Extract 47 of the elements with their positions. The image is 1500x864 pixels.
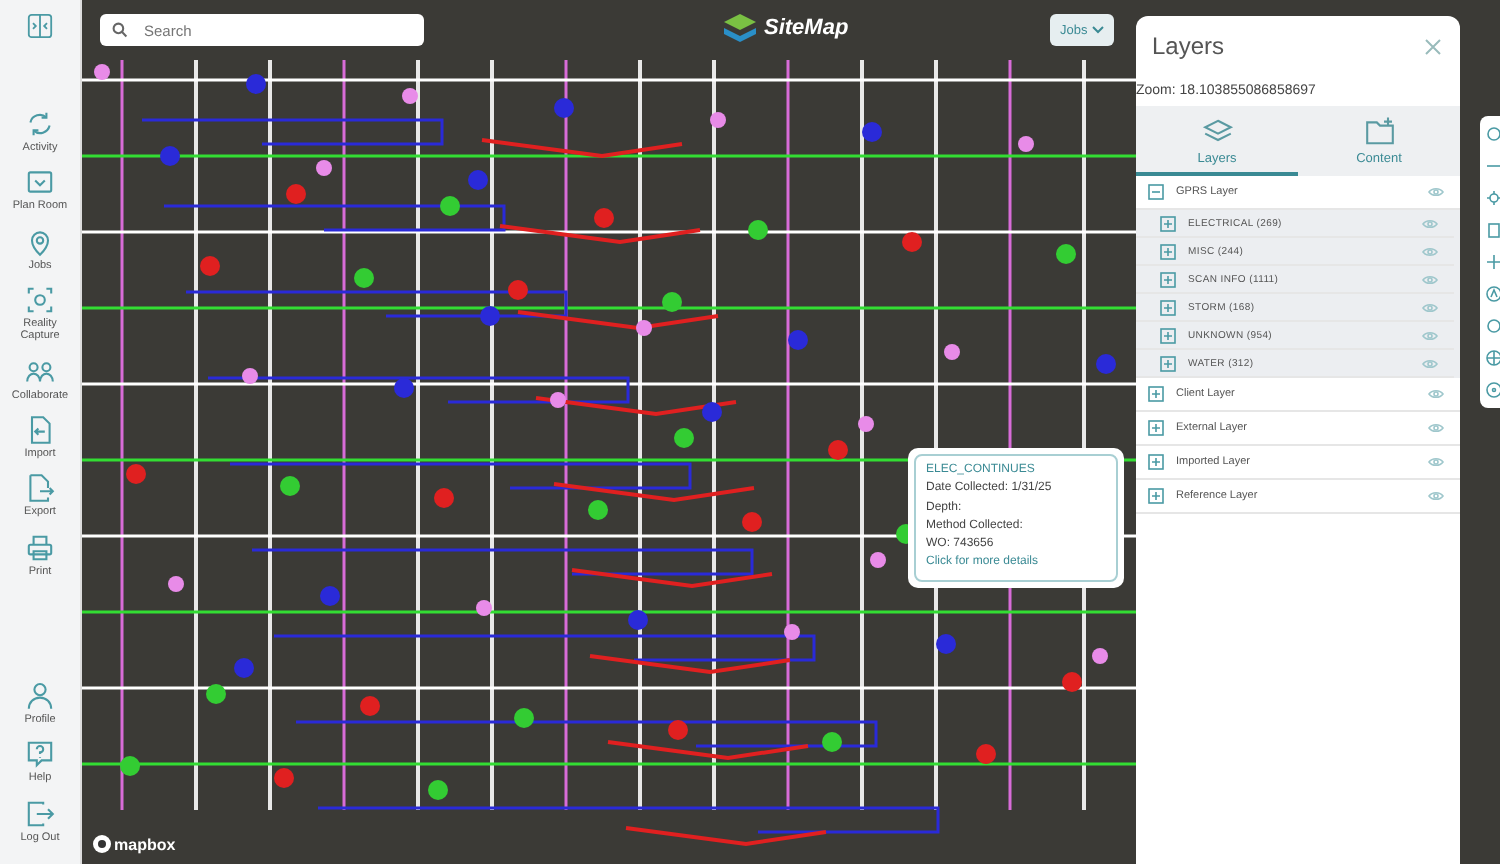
expand-icon[interactable] bbox=[1160, 327, 1176, 343]
expand-icon[interactable] bbox=[1160, 355, 1176, 371]
nav-icon bbox=[24, 531, 56, 563]
attribution-text: mapbox bbox=[114, 835, 176, 853]
nav-icon bbox=[24, 797, 56, 830]
nav-icon bbox=[24, 166, 56, 199]
eye-icon[interactable] bbox=[1422, 329, 1438, 341]
mapbox-logo-icon bbox=[92, 834, 112, 854]
panel-title: Layers bbox=[1152, 32, 1225, 60]
eye-icon[interactable] bbox=[1428, 388, 1444, 400]
nav-icon bbox=[24, 472, 56, 505]
map-tool-icon[interactable] bbox=[1484, 316, 1500, 336]
expand-icon[interactable] bbox=[1148, 488, 1164, 504]
collapse-icon[interactable] bbox=[1148, 184, 1164, 200]
map-tool-icon[interactable] bbox=[1484, 220, 1500, 240]
expand-icon[interactable] bbox=[1160, 215, 1176, 231]
map-tool-icon[interactable] bbox=[1484, 188, 1500, 208]
nav-icon bbox=[24, 108, 56, 140]
eye-icon[interactable] bbox=[1428, 490, 1444, 502]
eye-icon[interactable] bbox=[1422, 217, 1438, 229]
nav-icon bbox=[24, 738, 56, 771]
expand-icon[interactable] bbox=[1160, 243, 1176, 259]
expand-icon[interactable] bbox=[1148, 386, 1164, 402]
eye-icon[interactable] bbox=[1428, 422, 1444, 434]
map-tool-icon[interactable] bbox=[1484, 348, 1500, 368]
map-tool-icon[interactable] bbox=[1484, 252, 1500, 272]
eye-icon[interactable] bbox=[1422, 245, 1438, 257]
nav-icon bbox=[24, 680, 56, 713]
expand-icon[interactable] bbox=[1160, 271, 1176, 287]
expand-icon[interactable] bbox=[1160, 299, 1176, 315]
panel-toggle-icon[interactable] bbox=[26, 12, 54, 40]
logo-text: SiteMap bbox=[764, 16, 849, 40]
eye-icon[interactable] bbox=[1422, 273, 1438, 285]
close-icon[interactable] bbox=[1424, 37, 1442, 55]
eye-icon[interactable] bbox=[1428, 186, 1444, 198]
expand-icon[interactable] bbox=[1148, 454, 1164, 470]
map-tool-icon[interactable] bbox=[1484, 284, 1500, 304]
eye-icon[interactable] bbox=[1422, 301, 1438, 313]
eye-icon[interactable] bbox=[1422, 357, 1438, 369]
logo-icon bbox=[722, 12, 758, 44]
chevron-icon bbox=[1091, 26, 1104, 34]
tab-icon bbox=[1363, 116, 1395, 148]
expand-icon[interactable] bbox=[1148, 420, 1164, 436]
nav-icon bbox=[24, 283, 56, 316]
map-tool-icon[interactable] bbox=[1484, 380, 1500, 400]
search-icon bbox=[112, 22, 128, 38]
eye-icon[interactable] bbox=[1428, 456, 1444, 468]
